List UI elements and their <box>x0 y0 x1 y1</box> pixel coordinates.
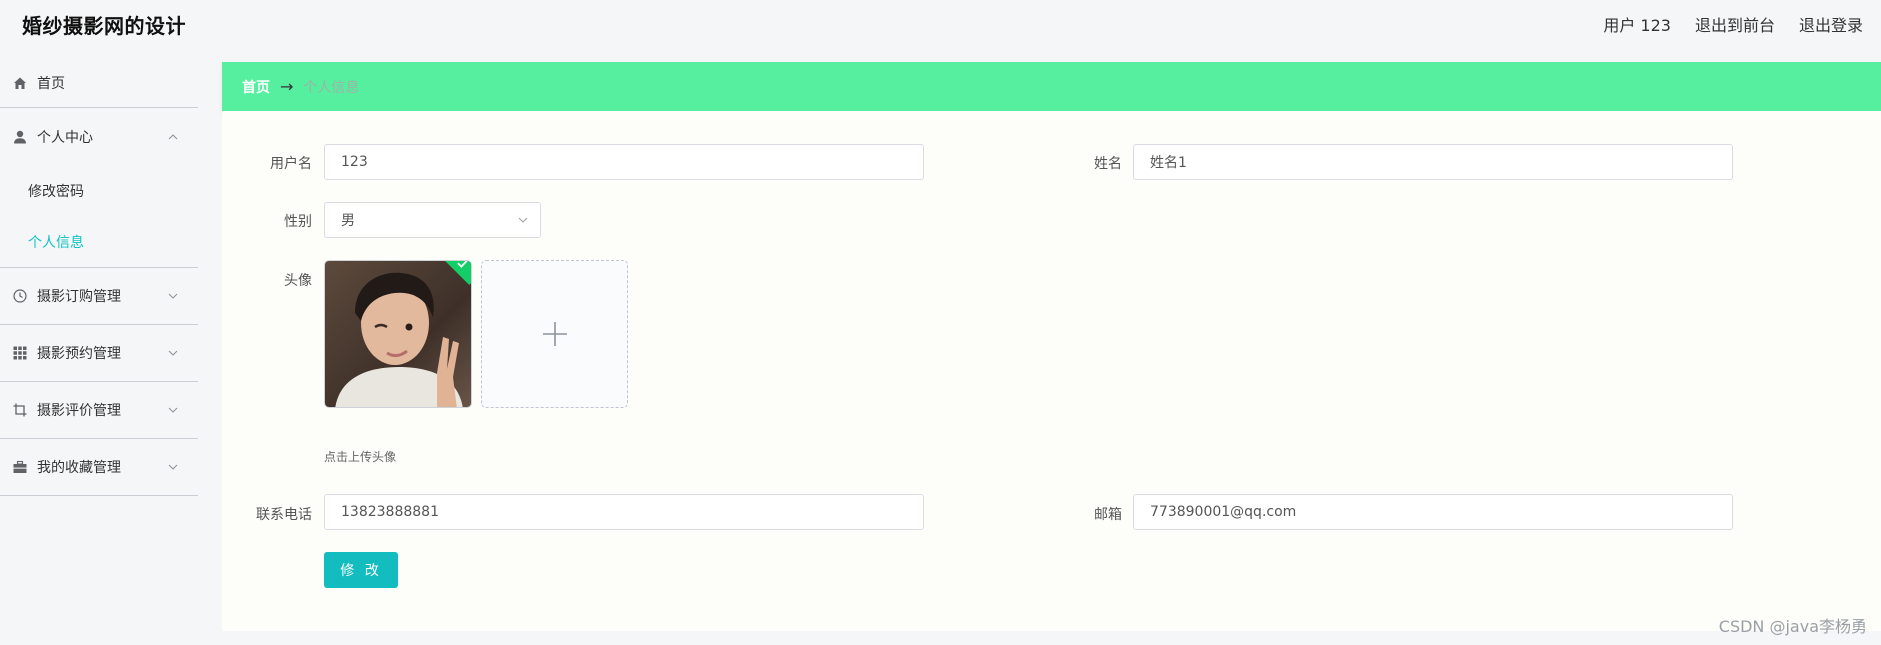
name-input[interactable]: 姓名1 <box>1133 144 1733 180</box>
sidebar-item-review-mgmt[interactable]: 摄影评价管理 <box>0 382 198 439</box>
top-bar: 婚纱摄影网的设计 用户 123 退出到前台 退出登录 <box>0 0 1881 46</box>
sidebar-item-home[interactable]: 首页 <box>0 58 198 108</box>
modify-button[interactable]: 修 改 <box>324 552 398 588</box>
clock-icon <box>12 288 28 304</box>
breadcrumb: 首页 → 个人信息 <box>222 62 1881 111</box>
breadcrumb-arrow-icon: → <box>280 77 294 96</box>
chevron-down-icon <box>168 407 178 413</box>
breadcrumb-home-link[interactable]: 首页 <box>242 77 270 97</box>
current-user-label[interactable]: 用户 123 <box>1603 12 1671 36</box>
crop-icon <box>12 402 28 418</box>
sidebar: 首页 个人中心 修改密码 个人信息 摄影订购管理 摄影预约管理 摄影评价管理 我… <box>0 58 198 496</box>
sidebar-item-personal-info[interactable]: 个人信息 <box>0 216 198 267</box>
top-right-links: 用户 123 退出到前台 退出登录 <box>1603 12 1863 36</box>
phone-label: 联系电话 <box>256 507 312 523</box>
gender-select-value: 男 <box>341 213 355 229</box>
phone-input[interactable]: 13823888881 <box>324 494 924 530</box>
sidebar-item-label: 摄影预约管理 <box>37 346 121 362</box>
check-icon <box>457 261 469 268</box>
name-label: 姓名 <box>1094 156 1122 172</box>
personal-center-submenu: 修改密码 个人信息 <box>0 165 198 268</box>
briefcase-icon <box>12 459 28 475</box>
chevron-down-icon <box>518 217 528 223</box>
sidebar-item-booking-mgmt[interactable]: 摄影预约管理 <box>0 325 198 382</box>
user-icon <box>12 129 28 145</box>
grid-icon <box>12 345 28 361</box>
chevron-up-icon <box>168 133 178 139</box>
chevron-down-icon <box>168 350 178 356</box>
breadcrumb-current: 个人信息 <box>303 79 360 96</box>
sidebar-item-label: 个人中心 <box>37 129 93 146</box>
sidebar-item-favorites-mgmt[interactable]: 我的收藏管理 <box>0 439 198 496</box>
sidebar-item-personal-center[interactable]: 个人中心 <box>0 108 198 165</box>
sidebar-item-label: 首页 <box>37 75 65 92</box>
avatar[interactable] <box>324 260 472 408</box>
gender-select[interactable]: 男 <box>324 202 541 238</box>
sidebar-item-label: 摄影订购管理 <box>37 289 121 305</box>
avatar-photo <box>325 261 471 407</box>
email-input[interactable]: 773890001@qq.com <box>1133 494 1733 530</box>
avatar-upload-button[interactable] <box>481 260 628 408</box>
watermark: CSDN @java李杨勇 <box>1718 617 1867 636</box>
avatar-label: 头像 <box>284 273 312 289</box>
email-label: 邮箱 <box>1094 507 1122 523</box>
chevron-down-icon <box>168 464 178 470</box>
exit-to-front-link[interactable]: 退出到前台 <box>1695 12 1775 36</box>
home-icon <box>12 75 28 91</box>
sidebar-item-change-password[interactable]: 修改密码 <box>0 165 198 216</box>
avatar-upload-hint: 点击上传头像 <box>324 450 397 464</box>
gender-label: 性别 <box>284 214 312 230</box>
chevron-down-icon <box>168 293 178 299</box>
username-label: 用户名 <box>270 156 312 172</box>
logout-link[interactable]: 退出登录 <box>1799 12 1863 36</box>
site-title: 婚纱摄影网的设计 <box>22 14 186 38</box>
sidebar-item-label: 我的收藏管理 <box>37 460 121 476</box>
username-input[interactable]: 123 <box>324 144 924 180</box>
sidebar-item-order-mgmt[interactable]: 摄影订购管理 <box>0 268 198 325</box>
sidebar-item-label: 摄影评价管理 <box>37 403 121 419</box>
plus-icon <box>542 322 567 346</box>
